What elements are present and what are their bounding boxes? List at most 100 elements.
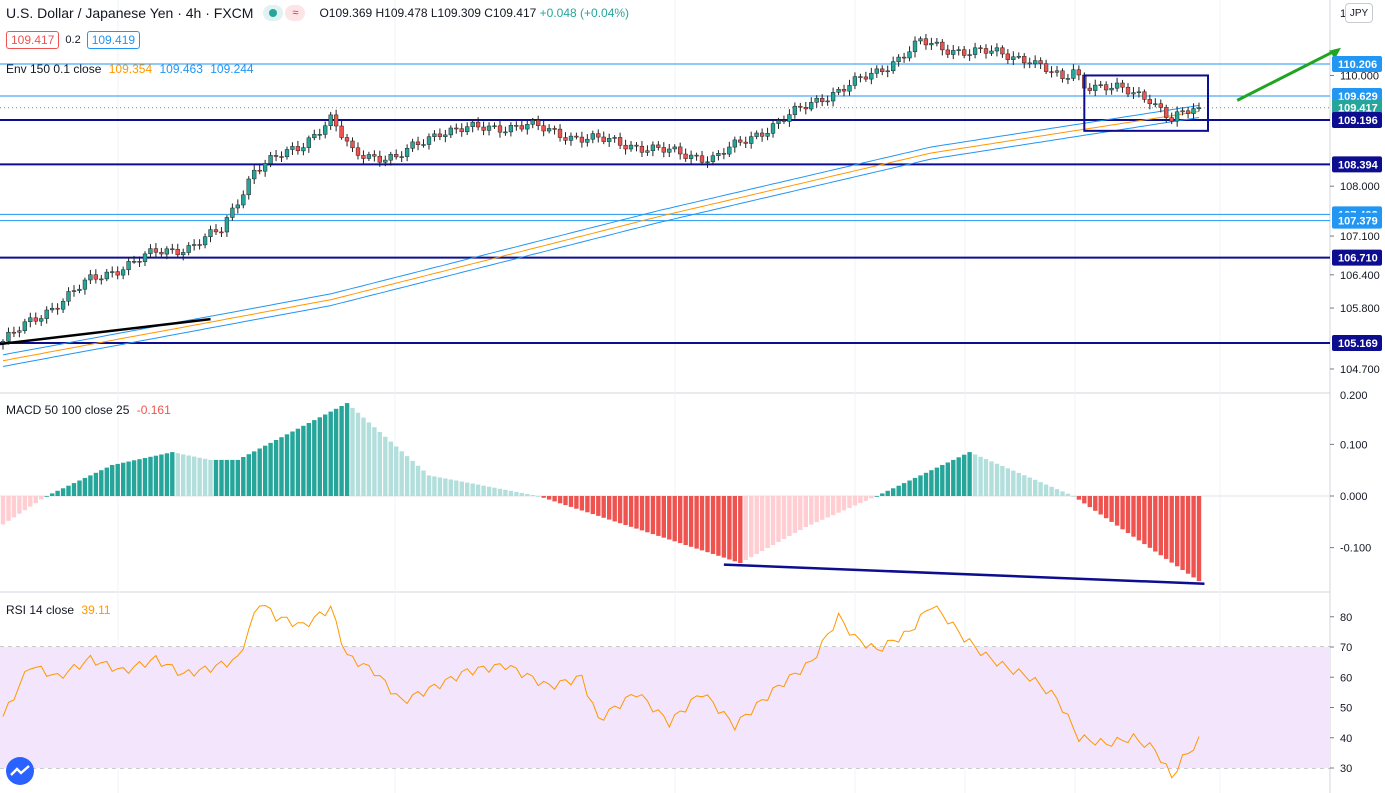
candle-body	[361, 155, 366, 159]
candle-body	[312, 134, 317, 139]
candle-body	[923, 38, 929, 46]
candle-body	[175, 248, 180, 256]
candle-body	[880, 68, 885, 72]
candle-body	[71, 290, 77, 292]
status-dots[interactable]: ≈	[263, 5, 306, 21]
candle-body	[492, 125, 497, 128]
macd-bar	[475, 484, 481, 496]
candle-body	[377, 155, 382, 163]
macd-bar	[131, 460, 137, 496]
candle-body	[607, 138, 612, 142]
macd-bar	[148, 456, 153, 496]
candle-body	[262, 163, 268, 172]
macd-bar	[394, 446, 399, 496]
price-tick-label: 107.100	[1340, 231, 1380, 243]
macd-bar	[710, 496, 716, 554]
envelope-legend[interactable]: Env 150 0.1 close 109.354 109.463 109.24…	[6, 62, 254, 76]
candle-body	[153, 248, 159, 253]
candle-body	[1169, 117, 1174, 122]
macd-tick-label: 0.000	[1340, 491, 1368, 503]
bid-button[interactable]: 109.417	[6, 31, 60, 49]
macd-bar	[153, 455, 159, 496]
ask-button[interactable]: 109.419	[86, 31, 141, 49]
macd-legend[interactable]: MACD 50 100 close 25 -0.161	[6, 403, 171, 417]
macd-bar	[192, 456, 197, 496]
candle-body	[896, 56, 901, 63]
candle-body	[869, 72, 874, 80]
macd-bar	[432, 476, 437, 496]
candle-body	[224, 217, 230, 233]
macd-bar	[852, 496, 858, 506]
price-label-text: 107.379	[1338, 216, 1378, 228]
candle-body	[6, 331, 11, 342]
macd-bar	[732, 496, 737, 562]
candle-body	[1131, 92, 1136, 95]
macd-bar	[88, 475, 93, 496]
macd-bar	[301, 425, 306, 496]
macd-bar	[1033, 479, 1038, 496]
macd-bar	[252, 451, 257, 496]
symbol-title[interactable]: U.S. Dollar / Japanese Yen · 4h · FXCM	[6, 5, 253, 21]
candle-body	[836, 89, 841, 93]
candle-body	[623, 144, 628, 150]
macd-bar	[115, 463, 120, 496]
candle-body	[82, 279, 88, 290]
candle-body	[574, 135, 579, 138]
macd-bar	[410, 460, 415, 496]
candle-body	[1153, 103, 1158, 105]
macd-bar	[656, 496, 661, 536]
macd-bar	[328, 411, 333, 496]
candle-body	[617, 137, 623, 146]
macd-bar	[219, 459, 224, 496]
tradingview-logo-icon[interactable]	[6, 757, 34, 785]
candle-body	[656, 144, 661, 148]
trading-chart[interactable]: 104.700 105.800 106.400 107.100 108.000 110.0…	[0, 0, 1385, 793]
candle-body	[208, 229, 213, 237]
candle-body	[1043, 63, 1049, 72]
macd-bar	[137, 459, 142, 496]
candle-body	[710, 155, 716, 163]
candle-body	[394, 154, 399, 158]
macd-bar	[465, 482, 470, 496]
candle-body	[721, 153, 727, 155]
candle-body	[1114, 82, 1120, 89]
price-label-text: 109.196	[1338, 115, 1378, 127]
macd-bar	[1098, 496, 1103, 515]
candle-body	[60, 300, 66, 310]
spread-value: 0.2	[65, 34, 81, 46]
macd-bar	[749, 496, 754, 558]
candle-body	[317, 134, 322, 136]
macd-bar	[257, 448, 262, 496]
candle-body	[202, 236, 208, 246]
macd-bar	[11, 496, 17, 518]
macd-bar	[1011, 470, 1016, 496]
candle-body	[131, 261, 137, 263]
macd-bar	[1071, 496, 1076, 497]
candle-body	[410, 141, 415, 149]
candle-body	[459, 128, 464, 133]
candle-body	[44, 309, 49, 319]
rsi-legend[interactable]: RSI 14 close 39.11	[6, 603, 111, 617]
macd-bar	[645, 496, 650, 533]
candle-body	[39, 318, 44, 322]
candle-body	[1185, 110, 1191, 114]
candle-body	[628, 144, 634, 150]
candle-body	[344, 137, 350, 142]
data-delay-icon[interactable]: ≈	[285, 5, 306, 21]
macd-bar	[907, 480, 912, 496]
macd-bar	[536, 496, 541, 497]
candle-body	[852, 76, 858, 86]
macd-bar	[546, 496, 552, 500]
macd-bar	[333, 408, 339, 496]
currency-button[interactable]: JPY	[1345, 3, 1373, 23]
candle-body	[765, 133, 770, 137]
candle-body	[404, 148, 410, 157]
candle-body	[519, 125, 524, 130]
candle-body	[421, 144, 426, 146]
macd-bar	[481, 485, 486, 496]
candle-body	[55, 307, 60, 310]
macd-bar	[1158, 496, 1163, 556]
macd-bar	[399, 451, 404, 496]
macd-bar	[688, 496, 694, 547]
market-open-icon[interactable]	[263, 5, 284, 21]
